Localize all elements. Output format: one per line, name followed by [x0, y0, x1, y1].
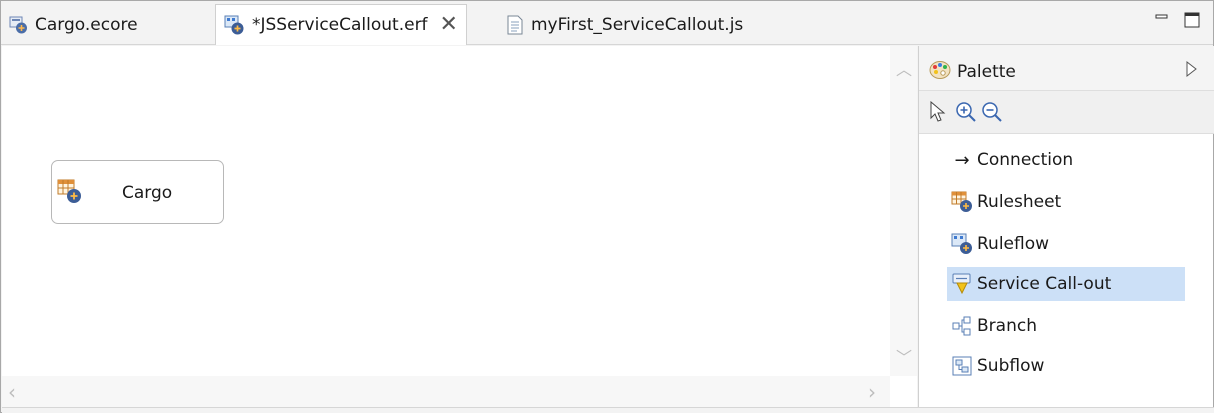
text-file-icon: [507, 15, 523, 35]
palette-item-label: Rulesheet: [977, 192, 1062, 212]
rulesheet-node[interactable]: Cargo: [51, 160, 224, 224]
tab-cargo-ecore[interactable]: Cargo.ecore: [9, 9, 138, 41]
palette-toolbar: [919, 91, 1214, 134]
rulesheet-icon: [951, 191, 973, 213]
collapse-palette-icon[interactable]: [1184, 60, 1198, 83]
palette-icon: [929, 60, 951, 85]
zoom-in-icon[interactable]: [955, 101, 977, 128]
diagram-editor: Cargo ︿ ﹀ ‹ ›: [2, 46, 917, 407]
scroll-left-arrow-icon[interactable]: ‹: [8, 382, 16, 402]
palette-header[interactable]: Palette: [919, 46, 1214, 91]
maximize-icon: [1184, 12, 1200, 28]
minimize-button[interactable]: [1151, 9, 1173, 31]
tab-jsservicecallout-erf[interactable]: *JSServiceCallout.erf ✕: [215, 4, 467, 45]
tab-label: Cargo.ecore: [35, 15, 138, 35]
minimize-icon: [1155, 14, 1168, 19]
arrow-right-icon: →: [954, 149, 970, 171]
maximize-button[interactable]: [1181, 9, 1203, 31]
vertical-scrollbar[interactable]: ︿ ﹀: [890, 46, 917, 376]
tab-label: *JSServiceCallout.erf: [252, 15, 428, 35]
ecore-model-icon: [9, 15, 29, 35]
ruleflow-icon: [951, 233, 973, 255]
subflow-icon: [951, 355, 973, 377]
editor-window: Cargo.ecore *JSServiceCallout.erf ✕ myFi…: [0, 0, 1214, 413]
scroll-down-arrow-icon[interactable]: ﹀: [896, 350, 912, 366]
ruleflow-icon: [224, 14, 246, 36]
palette-title: Palette: [957, 62, 1016, 82]
close-icon[interactable]: ✕: [440, 14, 458, 36]
palette-item-label: Subflow: [977, 356, 1045, 376]
palette-item-label: Ruleflow: [977, 234, 1050, 254]
tab-label: myFirst_ServiceCallout.js: [531, 15, 744, 35]
palette-item-connection[interactable]: → Connection: [947, 143, 1185, 177]
status-strip: [2, 407, 1214, 413]
zoom-out-icon[interactable]: [981, 101, 1003, 128]
palette-item-rulesheet[interactable]: Rulesheet: [947, 185, 1185, 219]
service-callout-icon: [951, 273, 973, 295]
palette-panel: Palette → Connection Rulesheet Ruleflow …: [918, 46, 1214, 407]
horizontal-scrollbar[interactable]: ‹ ›: [2, 376, 890, 407]
palette-item-label: Connection: [977, 150, 1074, 170]
branch-icon: [951, 315, 973, 337]
scroll-right-arrow-icon[interactable]: ›: [868, 382, 876, 402]
rulesheet-icon: [57, 179, 83, 210]
tab-myfirst-servicecallout-js[interactable]: myFirst_ServiceCallout.js: [507, 9, 743, 41]
palette-item-label: Branch: [977, 316, 1037, 336]
diagram-canvas[interactable]: Cargo: [2, 46, 897, 376]
palette-item-service-callout[interactable]: Service Call-out: [947, 267, 1185, 301]
editor-tab-bar: Cargo.ecore *JSServiceCallout.erf ✕ myFi…: [1, 1, 1213, 45]
select-pointer-icon[interactable]: [929, 100, 947, 128]
node-label: Cargo: [122, 183, 173, 203]
palette-item-label: Service Call-out: [977, 274, 1112, 294]
scroll-up-arrow-icon[interactable]: ︿: [896, 62, 912, 78]
palette-item-branch[interactable]: Branch: [947, 309, 1185, 343]
palette-item-ruleflow[interactable]: Ruleflow: [947, 227, 1185, 261]
palette-item-subflow[interactable]: Subflow: [947, 349, 1185, 383]
